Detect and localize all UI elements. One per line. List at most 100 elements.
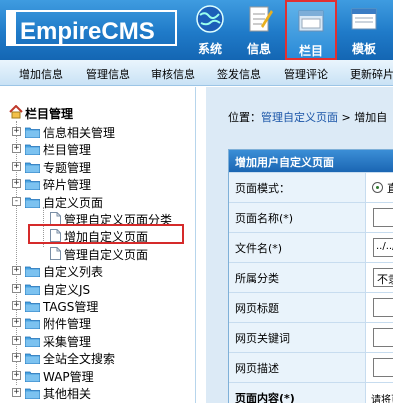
breadcrumb-link[interactable]: 管理自定义页面 bbox=[261, 111, 338, 124]
expand-icon[interactable]: + bbox=[12, 162, 21, 171]
folder-icon bbox=[24, 265, 41, 278]
page-name-input[interactable] bbox=[373, 208, 393, 227]
tree-item-label: 附件管理 bbox=[43, 317, 92, 331]
nav-template[interactable]: 模板 bbox=[338, 0, 390, 60]
sidebar: 栏目管理 + 信息相关管理 + 栏目管理 + 专题管理 + 碎片管理 - 自定义页面管理自定义页面… bbox=[0, 87, 196, 403]
form-header: 增加用户自定义页面 bbox=[229, 150, 393, 172]
folder-icon bbox=[24, 300, 41, 313]
tree-item-label: 采集管理 bbox=[43, 335, 92, 349]
tree-title-label: 栏目管理 bbox=[25, 107, 74, 121]
folder-icon bbox=[24, 126, 41, 139]
nav-system[interactable]: 系统 bbox=[184, 0, 236, 60]
expand-icon[interactable]: + bbox=[12, 371, 21, 380]
nav-info[interactable]: 信息 bbox=[233, 0, 285, 60]
filename-input[interactable]: ../../ bbox=[373, 238, 393, 257]
expand-icon[interactable]: + bbox=[12, 144, 21, 153]
form-row-content: 页面内容(*) 请将页 bbox=[229, 382, 393, 403]
folder-icon bbox=[24, 283, 41, 296]
tree-item-label: 自定义页面 bbox=[43, 196, 104, 210]
content-hint: 请将页 bbox=[371, 395, 393, 403]
folder-icon bbox=[24, 317, 41, 330]
form-row-page-title: 网页标题 bbox=[229, 292, 393, 322]
expand-icon[interactable]: + bbox=[12, 127, 21, 136]
home-icon bbox=[9, 105, 23, 119]
breadcrumb-current: 增加自 bbox=[354, 111, 388, 124]
page-title-input[interactable] bbox=[373, 298, 393, 317]
expand-icon[interactable]: + bbox=[12, 388, 21, 397]
nav-column-label: 栏目 bbox=[298, 44, 323, 58]
folder-icon bbox=[24, 335, 41, 348]
nav-info-label: 信息 bbox=[246, 42, 271, 56]
page-icon bbox=[50, 247, 61, 260]
tree-item-label: 信息相关管理 bbox=[43, 126, 116, 140]
folder-window-icon bbox=[298, 10, 324, 32]
tree-item-label: WAP管理 bbox=[43, 370, 94, 384]
field-label-page-name: 页面名称(*) bbox=[229, 203, 366, 232]
main-content: 位置：管理自定义页面 > 增加自 增加用户自定义页面 页面模式： 直 页面名称(… bbox=[206, 87, 393, 403]
page-mode-radio-label: 直 bbox=[387, 182, 393, 195]
field-label-description: 网页描述 bbox=[229, 353, 366, 382]
tree-child-label: 管理自定义页面 bbox=[64, 248, 149, 262]
expand-icon[interactable]: + bbox=[12, 179, 21, 188]
expand-icon[interactable]: + bbox=[12, 266, 21, 275]
form-row-description: 网页描述 bbox=[229, 352, 393, 382]
folder-icon bbox=[24, 178, 41, 191]
form-row-filename: 文件名(*) ../../ bbox=[229, 232, 393, 262]
page-mode-radio[interactable] bbox=[372, 182, 383, 193]
folder-icon bbox=[24, 196, 41, 209]
highlight-box bbox=[28, 224, 184, 244]
top-header: EmpireCMS 系统 信息 栏目 模板 bbox=[0, 0, 393, 60]
tree-item-label: 全站全文搜索 bbox=[43, 352, 116, 366]
form-row-page-mode: 页面模式： 直 bbox=[229, 172, 393, 202]
submenu-manage-comments[interactable]: 管理评论 bbox=[284, 66, 328, 82]
expand-icon[interactable]: + bbox=[12, 318, 21, 327]
add-page-form: 增加用户自定义页面 页面模式： 直 页面名称(*) 文件名(*) ../../ … bbox=[228, 149, 393, 403]
expand-icon[interactable]: + bbox=[12, 336, 21, 345]
window-icon bbox=[351, 8, 377, 30]
folder-icon bbox=[24, 370, 41, 383]
field-label-category: 所属分类 bbox=[229, 263, 366, 292]
tree-item-label: 自定义列表 bbox=[43, 265, 104, 279]
tree-item-label: 其他相关 bbox=[43, 387, 92, 401]
field-label-keywords: 网页关键词 bbox=[229, 323, 366, 352]
nav-column[interactable]: 栏目 bbox=[285, 0, 337, 60]
nav-system-label: 系统 bbox=[197, 42, 222, 56]
form-row-keywords: 网页关键词 bbox=[229, 322, 393, 352]
sub-menu-bar: 增加信息 管理信息 审核信息 签发信息 管理评论 更新碎片 bbox=[0, 60, 393, 86]
expand-icon[interactable]: + bbox=[12, 284, 21, 293]
field-label-page-mode: 页面模式： bbox=[229, 173, 366, 202]
logo-text: EmpireCMS bbox=[20, 18, 155, 45]
breadcrumb: 位置：管理自定义页面 > 增加自 bbox=[228, 109, 387, 125]
keywords-input[interactable] bbox=[373, 328, 393, 347]
tree-item-label: 栏目管理 bbox=[43, 143, 92, 157]
submenu-update-fragments[interactable]: 更新碎片 bbox=[350, 66, 393, 82]
form-row-page-name: 页面名称(*) bbox=[229, 202, 393, 232]
folder-icon bbox=[24, 161, 41, 174]
submenu-manage-info[interactable]: 管理信息 bbox=[86, 66, 130, 82]
field-label-page-title: 网页标题 bbox=[229, 293, 366, 322]
folder-icon bbox=[24, 352, 41, 365]
empirecms-logo: EmpireCMS bbox=[6, 10, 182, 48]
tree-item-label: 专题管理 bbox=[43, 161, 92, 175]
globe-icon bbox=[196, 5, 224, 33]
description-input[interactable] bbox=[373, 358, 393, 377]
breadcrumb-prefix: 位置： bbox=[228, 111, 261, 124]
nav-template-label: 模板 bbox=[351, 42, 376, 56]
field-label-content: 页面内容(*) bbox=[229, 383, 366, 403]
field-label-filename: 文件名(*) bbox=[229, 233, 366, 262]
collapse-icon[interactable]: - bbox=[12, 197, 21, 206]
folder-icon bbox=[24, 387, 41, 400]
expand-icon[interactable]: + bbox=[12, 353, 21, 362]
submenu-sign-info[interactable]: 签发信息 bbox=[217, 66, 261, 82]
tree-item-label: 自定义JS bbox=[43, 283, 91, 297]
notepad-icon bbox=[249, 6, 273, 32]
tree-item-label: 碎片管理 bbox=[43, 178, 92, 192]
category-select[interactable]: 不隶 bbox=[373, 268, 393, 287]
expand-icon[interactable]: + bbox=[12, 301, 21, 310]
submenu-review-info[interactable]: 审核信息 bbox=[151, 66, 195, 82]
folder-icon bbox=[24, 143, 41, 156]
breadcrumb-separator: > bbox=[338, 111, 355, 124]
form-row-category: 所属分类 不隶 bbox=[229, 262, 393, 292]
submenu-add-info[interactable]: 增加信息 bbox=[19, 66, 63, 82]
tree-item-label: TAGS管理 bbox=[43, 300, 99, 314]
